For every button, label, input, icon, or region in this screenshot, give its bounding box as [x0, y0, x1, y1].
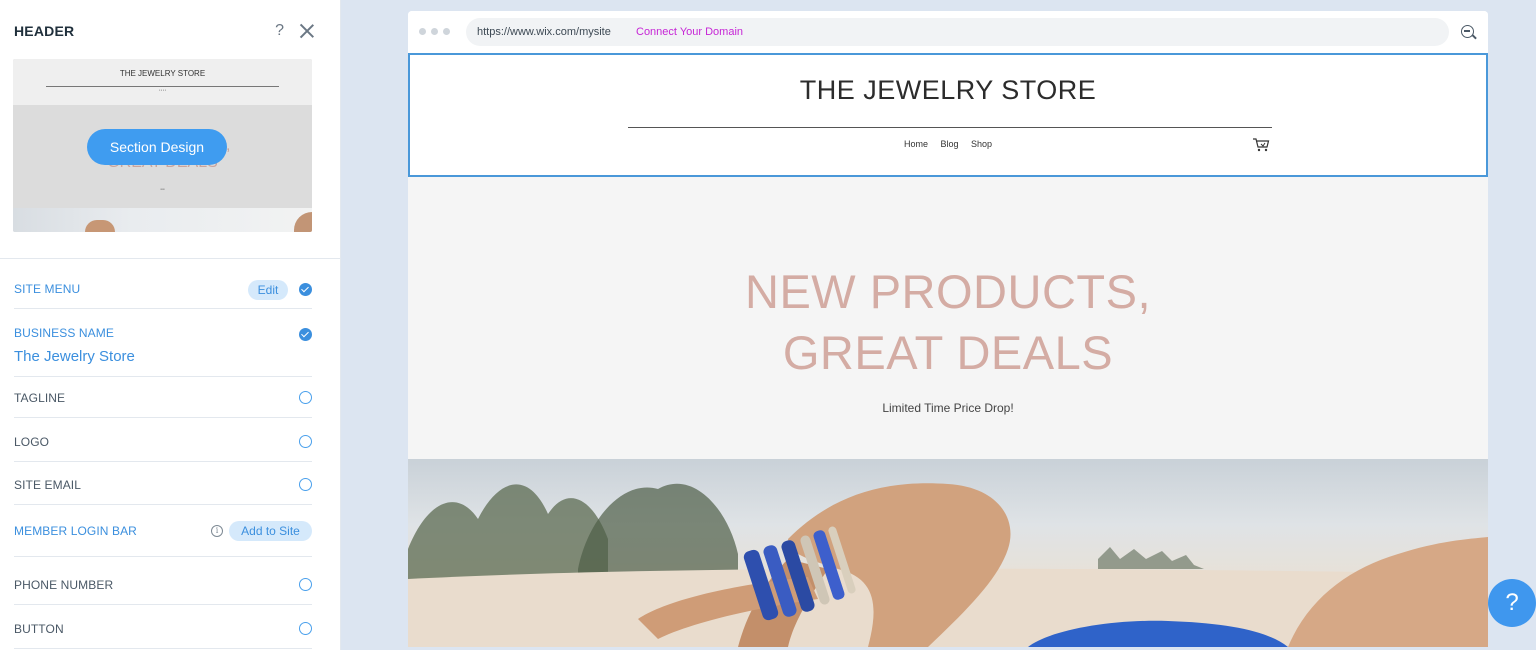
panel-header: HEADER ?	[14, 22, 314, 42]
add-to-site-button[interactable]: Add to Site	[229, 521, 312, 541]
edit-menu-button[interactable]: Edit	[248, 280, 288, 300]
divider	[14, 417, 312, 418]
header-settings-panel: HEADER ? THE JEWELRY STORE ▪ ▪ ▪ ▪ NEW P…	[0, 0, 341, 650]
divider	[14, 556, 312, 557]
window-dot	[443, 28, 450, 35]
preview-store-name: THE JEWELRY STORE	[119, 69, 206, 78]
button-toggle[interactable]	[299, 622, 312, 635]
preview-header: THE JEWELRY STORE ▪ ▪ ▪ ▪	[13, 59, 312, 105]
close-icon[interactable]	[300, 24, 314, 38]
site-email-row[interactable]: SITE EMAIL	[14, 477, 312, 493]
site-email-label: SITE EMAIL	[14, 478, 82, 492]
divider	[14, 461, 312, 462]
hero-subtitle[interactable]: Limited Time Price Drop!	[408, 401, 1488, 415]
phone-number-toggle[interactable]	[299, 578, 312, 591]
hero-photo	[408, 459, 1488, 647]
url-text: https://www.wix.com/mysite	[477, 26, 611, 38]
hero-section: NEW PRODUCTS, GREAT DEALS Limited Time P…	[408, 177, 1488, 459]
window-dots	[419, 28, 455, 35]
button-row[interactable]: BUTTON	[14, 621, 312, 637]
preview-photo	[13, 208, 312, 232]
window-dot	[431, 28, 438, 35]
url-bar[interactable]: https://www.wix.com/mysite Connect Your …	[466, 18, 1449, 46]
zoom-out-icon[interactable]	[1461, 25, 1474, 38]
site-preview-browser: https://www.wix.com/mysite Connect Your …	[408, 11, 1488, 647]
phone-number-label: PHONE NUMBER	[14, 578, 114, 592]
connect-domain-link[interactable]: Connect Your Domain	[636, 26, 743, 38]
hero-title-line1: NEW PRODUCTS,	[745, 265, 1151, 318]
header-divider	[628, 127, 1272, 128]
logo-row[interactable]: LOGO	[14, 434, 312, 450]
member-login-bar-row: MEMBER LOGIN BAR i Add to Site	[14, 520, 312, 542]
preview-subtitle: ▪▪▪▪	[160, 187, 165, 191]
divider	[14, 376, 312, 377]
section-design-button[interactable]: Section Design	[87, 129, 227, 165]
beach-bracelets-photo	[408, 483, 1488, 647]
nav-item-blog[interactable]: Blog	[940, 139, 958, 149]
window-dot	[419, 28, 426, 35]
info-icon[interactable]: i	[211, 525, 223, 537]
site-menu-row: SITE MENU Edit	[14, 280, 312, 300]
header-preview-thumbnail[interactable]: THE JEWELRY STORE ▪ ▪ ▪ ▪ NEW PRODUCTS, …	[13, 59, 312, 232]
panel-divider	[0, 258, 340, 259]
help-icon[interactable]: ?	[275, 22, 284, 40]
preview-divider	[46, 86, 279, 87]
site-nav-menu: Home Blog Shop	[410, 139, 1486, 149]
tagline-label: TAGLINE	[14, 391, 66, 405]
site-menu-label: SITE MENU	[14, 282, 81, 296]
business-name-check-icon[interactable]	[299, 328, 312, 341]
site-email-toggle[interactable]	[299, 478, 312, 491]
nav-item-home[interactable]: Home	[904, 139, 928, 149]
cart-icon[interactable]	[1252, 137, 1270, 153]
help-chat-button[interactable]: ?	[1488, 579, 1536, 627]
business-name-value[interactable]: The Jewelry Store	[14, 348, 135, 365]
logo-label: LOGO	[14, 435, 50, 449]
divider	[14, 604, 312, 605]
divider	[14, 648, 312, 649]
browser-toolbar: https://www.wix.com/mysite Connect Your …	[408, 11, 1488, 53]
hero-title-line2: GREAT DEALS	[782, 326, 1114, 379]
divider	[14, 308, 312, 309]
site-menu-check-icon[interactable]	[299, 283, 312, 296]
site-header-section[interactable]: THE JEWELRY STORE Home Blog Shop	[408, 53, 1488, 177]
business-name-label: BUSINESS NAME	[14, 326, 114, 340]
nav-item-shop[interactable]: Shop	[971, 139, 992, 149]
business-name-row: BUSINESS NAME The Jewelry Store	[14, 324, 312, 366]
site-title[interactable]: THE JEWELRY STORE	[410, 75, 1486, 106]
phone-number-row[interactable]: PHONE NUMBER	[14, 577, 312, 593]
tagline-toggle[interactable]	[299, 391, 312, 404]
hero-title[interactable]: NEW PRODUCTS, GREAT DEALS	[408, 261, 1488, 383]
member-login-bar-label: MEMBER LOGIN BAR	[14, 524, 137, 538]
button-label: BUTTON	[14, 622, 64, 636]
divider	[14, 504, 312, 505]
logo-toggle[interactable]	[299, 435, 312, 448]
preview-nav: ▪ ▪ ▪ ▪	[159, 88, 166, 92]
tagline-row[interactable]: TAGLINE	[14, 390, 312, 406]
panel-title: HEADER	[14, 23, 75, 39]
